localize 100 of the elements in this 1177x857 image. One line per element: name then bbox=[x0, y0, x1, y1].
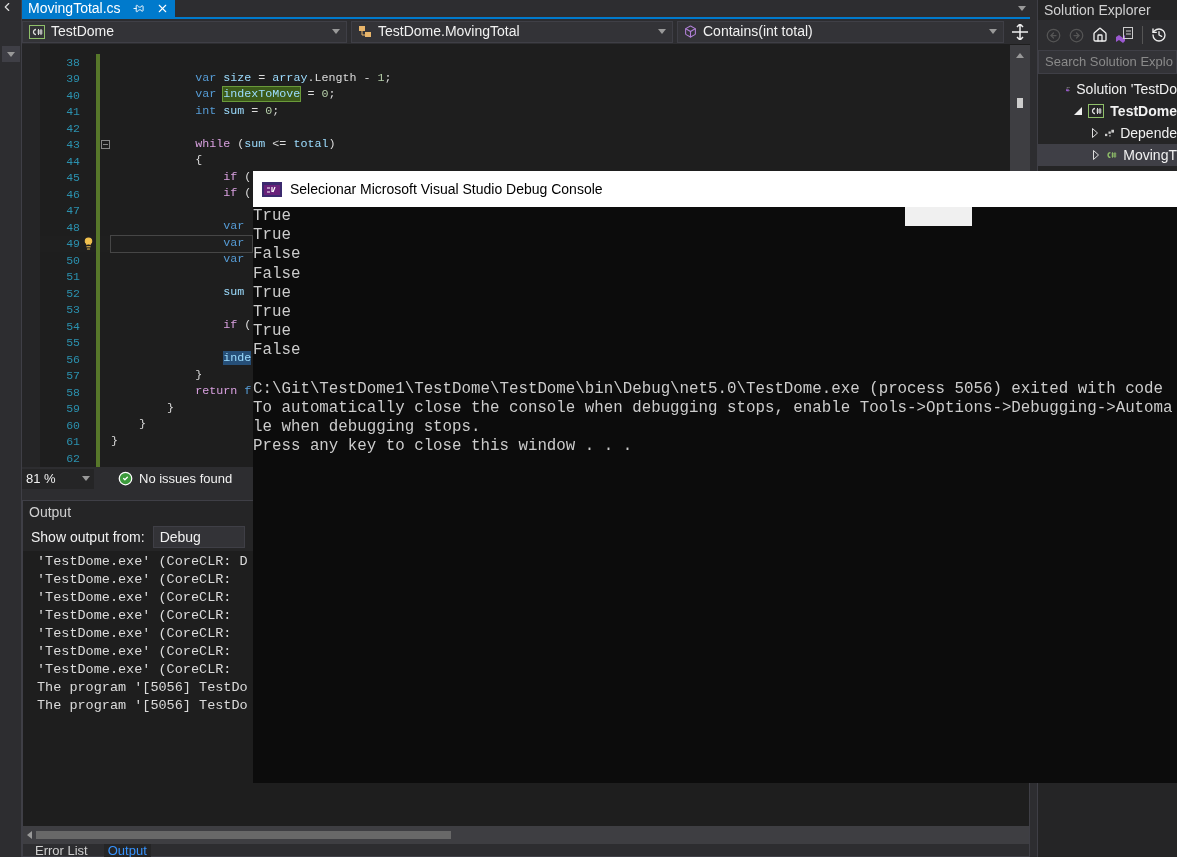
output-line: The program '[5056] TestDo bbox=[37, 679, 248, 697]
code-line: } bbox=[111, 433, 118, 450]
line-number: 60 bbox=[65, 417, 80, 434]
console-output-line: False bbox=[253, 341, 301, 361]
tree-item-label: TestDome bbox=[1110, 101, 1177, 121]
line-number: 41 bbox=[65, 104, 80, 121]
class-icon bbox=[358, 24, 372, 39]
line-number: 49 bbox=[65, 236, 80, 253]
console-output-line: True bbox=[253, 283, 291, 303]
panel-title: Output bbox=[28, 503, 73, 522]
csharp-file-icon bbox=[29, 24, 45, 39]
line-number: 50 bbox=[65, 252, 80, 269]
collapsed-arrow-icon[interactable] bbox=[1093, 150, 1100, 160]
zoom-dropdown[interactable]: 81 % bbox=[22, 468, 94, 489]
caret-icon bbox=[6, 51, 15, 57]
console-output-line: True bbox=[253, 303, 291, 323]
code-line: } bbox=[166, 400, 175, 417]
panel-tab[interactable]: Output bbox=[103, 844, 151, 857]
line-number: 53 bbox=[65, 302, 80, 319]
caret-icon bbox=[332, 29, 340, 34]
line-number: 43 bbox=[65, 137, 80, 154]
code-line: var bbox=[222, 252, 245, 269]
panel-title: Solution Explorer bbox=[1043, 1, 1152, 20]
console-output-line: Press any key to close this window . . . bbox=[253, 437, 633, 457]
line-number: 45 bbox=[65, 170, 80, 187]
switch-views-icon[interactable] bbox=[1116, 27, 1134, 43]
line-number: 58 bbox=[65, 384, 80, 401]
line-number: 57 bbox=[65, 368, 80, 385]
line-number: 46 bbox=[65, 186, 80, 203]
console-output-line: True bbox=[253, 207, 291, 227]
line-number: 38 bbox=[65, 54, 80, 71]
tree-item[interactable]: MovingT bbox=[1038, 144, 1177, 166]
search-field[interactable]: Search Solution Explo bbox=[1038, 50, 1177, 74]
tree-item[interactable]: Solution 'TestDo bbox=[1038, 78, 1177, 100]
dropdown-value: TestDome bbox=[51, 22, 116, 41]
code-line: var size = array.Length - 1; bbox=[194, 70, 392, 87]
navigation-dropdown[interactable]: TestDome bbox=[22, 20, 347, 43]
cube-icon bbox=[684, 25, 697, 38]
line-number: 44 bbox=[65, 153, 80, 170]
tree-item-label: Solution 'TestDo bbox=[1076, 79, 1177, 99]
tree-item[interactable]: TestDome bbox=[1038, 100, 1177, 122]
output-source-dropdown[interactable]: Debug bbox=[152, 526, 245, 548]
navigation-dropdown[interactable]: TestDome.MovingTotal bbox=[351, 20, 673, 43]
navigation-dropdown[interactable]: Contains(int total) bbox=[677, 20, 1004, 43]
issues-status: No issues found bbox=[139, 469, 233, 488]
dropdown-value: Contains(int total) bbox=[703, 22, 814, 41]
code-line: } bbox=[138, 417, 147, 434]
code-line: var indexToMove = 0; bbox=[194, 87, 336, 104]
output-line: 'TestDome.exe' (CoreCLR: bbox=[37, 643, 232, 661]
caret-icon bbox=[82, 476, 90, 481]
code-line: if ( bbox=[222, 318, 252, 335]
pin-icon[interactable] bbox=[132, 3, 144, 14]
console-output-line: False bbox=[253, 264, 301, 284]
line-number: 61 bbox=[65, 434, 80, 451]
console-icon bbox=[262, 181, 282, 197]
check-icon bbox=[118, 471, 133, 486]
output-line: 'TestDome.exe' (CoreCLR: bbox=[37, 625, 232, 643]
dropdown-value: TestDome.MovingTotal bbox=[378, 22, 521, 41]
code-line: sum bbox=[222, 285, 245, 302]
console-output-line: le when debugging stops. bbox=[253, 418, 481, 438]
console-title: Selecionar Microsoft Visual Studio Debug Console bbox=[290, 179, 603, 199]
code-line: int sum = 0; bbox=[194, 103, 280, 120]
line-number: 62 bbox=[65, 450, 80, 467]
output-line: 'TestDome.exe' (CoreCLR: D bbox=[37, 553, 248, 571]
document-tab[interactable]: MovingTotal.cs bbox=[22, 0, 175, 17]
console-output-line: C:\Git\TestDome1\TestDome\TestDome\bin\Debug\net5.0\TestDome.exe (process 5056) exited with code bbox=[253, 379, 1164, 399]
line-number: 55 bbox=[65, 335, 80, 352]
console-output-line: To automatically close the console when debugging stops, enable Tools->Options->Debugging->Automa bbox=[253, 399, 1173, 419]
history-icon[interactable] bbox=[1151, 27, 1167, 43]
line-number: 42 bbox=[65, 120, 80, 137]
code-line: } bbox=[194, 367, 203, 384]
output-line: 'TestDome.exe' (CoreCLR: bbox=[37, 571, 232, 589]
tree-item-label: MovingT bbox=[1123, 145, 1177, 165]
current-line: var bbox=[111, 235, 252, 252]
line-number: 54 bbox=[65, 318, 80, 335]
scroll-left-icon[interactable] bbox=[27, 831, 32, 839]
output-line: 'TestDome.exe' (CoreCLR: bbox=[37, 589, 232, 607]
tree-item-label: Depende bbox=[1120, 123, 1177, 143]
code-line: if ( bbox=[222, 186, 252, 203]
output-line: 'TestDome.exe' (CoreCLR: bbox=[37, 661, 232, 679]
scroll-up-icon[interactable] bbox=[1016, 53, 1024, 58]
caret-icon bbox=[658, 29, 666, 34]
collapsed-arrow-icon[interactable] bbox=[1092, 128, 1099, 138]
dropdown-button[interactable] bbox=[1, 46, 20, 62]
tree-item[interactable]: Depende bbox=[1038, 122, 1177, 144]
scroll-thumb[interactable] bbox=[1017, 98, 1023, 108]
expanded-arrow-icon[interactable] bbox=[1074, 107, 1083, 115]
console-output-line: True bbox=[253, 226, 291, 246]
home-icon[interactable] bbox=[1092, 27, 1108, 43]
console-output-line: True bbox=[253, 322, 291, 342]
line-number: 56 bbox=[65, 351, 80, 368]
panel-tab[interactable]: Error List bbox=[31, 844, 92, 857]
line-number: 59 bbox=[65, 401, 80, 418]
horizontal-scrollbar[interactable] bbox=[23, 826, 1029, 844]
tab-title: MovingTotal.cs bbox=[28, 0, 121, 18]
line-number: 48 bbox=[65, 219, 80, 236]
line-number: 51 bbox=[65, 269, 80, 286]
split-icon[interactable] bbox=[1012, 23, 1028, 40]
collapse-icon[interactable] bbox=[101, 140, 110, 150]
line-number: 40 bbox=[65, 87, 80, 104]
